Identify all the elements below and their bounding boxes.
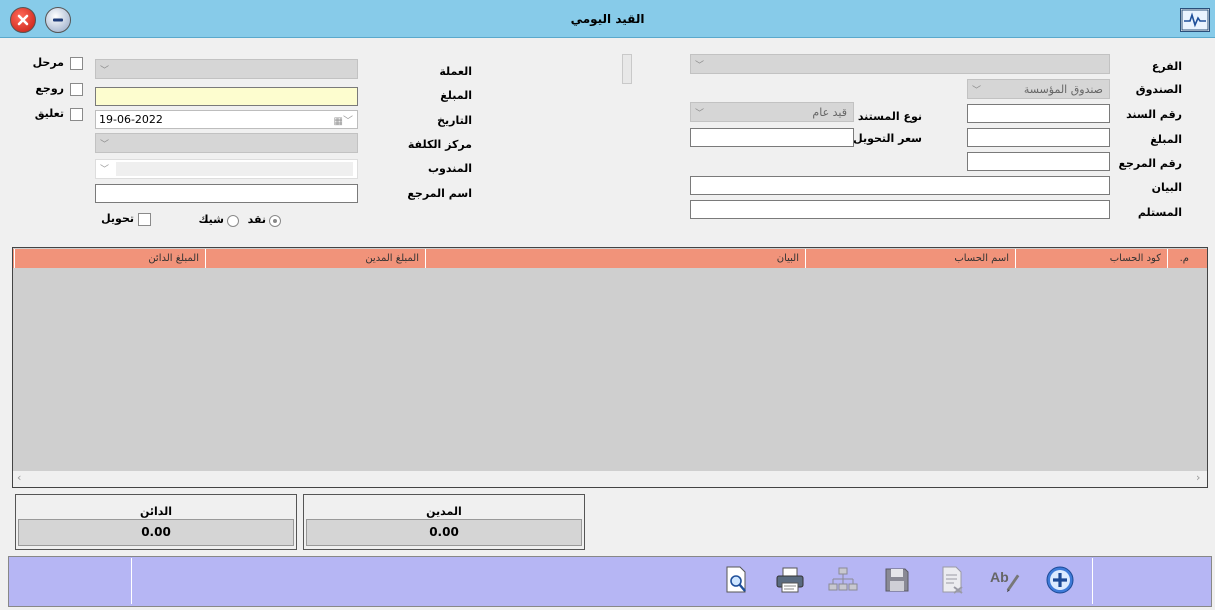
print-button[interactable] <box>774 564 806 596</box>
voucher-no-input[interactable] <box>967 104 1110 123</box>
suspended-checkbox[interactable] <box>70 108 83 121</box>
cashbox-value: صندوق المؤسسة <box>1023 83 1103 96</box>
close-button[interactable] <box>10 7 36 33</box>
minimize-button[interactable] <box>45 7 71 33</box>
branch-select[interactable]: ﹀ <box>690 54 1110 74</box>
preview-button[interactable] <box>721 564 753 596</box>
minimize-icon <box>53 18 63 22</box>
cheque-label: شيك <box>198 213 224 226</box>
delegate-label: المندوب <box>427 162 472 175</box>
exchange-rate-input[interactable] <box>690 128 854 147</box>
chevron-down-icon: ﹀ <box>695 109 705 119</box>
transfer-checkbox[interactable] <box>138 213 151 226</box>
col-account-name[interactable]: اسم الحساب <box>805 249 1015 268</box>
statement-label: البيان <box>1151 181 1182 194</box>
spellcheck-button[interactable]: Ab <box>989 564 1021 596</box>
receiver-label: المستلم <box>1137 206 1182 219</box>
date-picker[interactable]: 19-06-2022 ▦﹀ <box>95 110 358 129</box>
posted-label: مرحل <box>32 56 64 69</box>
tree-button[interactable] <box>827 564 859 596</box>
currency-label: العملة <box>439 65 472 78</box>
credit-total-label: الدائن <box>139 505 173 518</box>
amount-input-left[interactable] <box>95 87 358 106</box>
delegate-select[interactable]: ﹀ <box>95 159 358 179</box>
horizontal-scrollbar[interactable] <box>13 471 1207 487</box>
col-credit-amount[interactable]: المبلغ الدائن <box>14 249 205 268</box>
tree-icon <box>828 567 858 591</box>
statement-input[interactable] <box>690 176 1110 195</box>
credit-total-box: الدائن 0.00 <box>15 494 297 550</box>
document-edit-icon <box>942 566 963 594</box>
cashbox-label: الصندوق <box>1135 83 1182 96</box>
close-icon <box>17 14 29 26</box>
currency-select[interactable]: ﹀ <box>95 59 358 79</box>
edit-document-button[interactable] <box>936 564 968 596</box>
doc-type-select[interactable]: ﹀ قيد عام <box>690 102 854 122</box>
suspended-label: تعليق <box>34 107 64 120</box>
chevron-down-icon: ﹀ <box>695 61 705 71</box>
scroll-right-icon[interactable]: › <box>1196 471 1200 484</box>
debit-total-value: 0.00 <box>306 519 582 546</box>
ref-name-label: اسم المرجع <box>407 187 472 200</box>
ref-name-input[interactable] <box>95 184 358 203</box>
doc-type-label: نوع المستند <box>857 110 922 123</box>
reviewed-checkbox[interactable] <box>70 83 83 96</box>
scroll-left-icon[interactable]: ‹ <box>17 471 21 484</box>
cost-center-select[interactable]: ﹀ <box>95 133 358 153</box>
debit-total-label: المدين <box>426 505 462 518</box>
doc-type-value: قيد عام <box>812 106 847 119</box>
bottom-toolbar <box>8 556 1212 607</box>
debit-total-box: المدين 0.00 <box>303 494 585 550</box>
col-statement[interactable]: البيان <box>425 249 805 268</box>
add-button[interactable] <box>1044 564 1076 596</box>
col-index[interactable]: م. <box>1167 249 1195 268</box>
ref-no-label: رقم المرجع <box>1118 157 1182 170</box>
app-monitor-icon <box>1180 8 1210 32</box>
amount-label-left: المبلغ <box>440 89 472 102</box>
date-value: 19-06-2022 <box>99 113 163 126</box>
preview-icon <box>726 566 746 593</box>
add-icon <box>1046 566 1074 594</box>
reviewed-label: روجع <box>35 82 64 95</box>
cashbox-select[interactable]: ﹀ صندوق المؤسسة <box>967 79 1110 99</box>
cash-label: نقد <box>247 213 266 226</box>
col-debit-amount[interactable]: المبلغ المدين <box>205 249 425 268</box>
cost-center-label: مركز الكلفة <box>407 138 472 151</box>
save-button[interactable] <box>881 564 913 596</box>
branch-label: الفرع <box>1151 60 1182 73</box>
spellcheck-icon: Ab <box>990 569 1020 593</box>
receiver-input[interactable] <box>690 200 1110 219</box>
amount-input-right[interactable] <box>967 128 1110 147</box>
chevron-down-icon: ﹀ <box>100 66 110 76</box>
ref-no-input[interactable] <box>967 152 1110 171</box>
cheque-radio[interactable] <box>227 215 239 227</box>
chevron-down-icon: ﹀ <box>100 165 110 175</box>
voucher-no-label: رقم السند <box>1126 108 1182 121</box>
chevron-down-icon: ﹀ <box>972 86 982 96</box>
posted-checkbox[interactable] <box>70 57 83 70</box>
splitter-handle[interactable] <box>622 54 632 84</box>
exchange-rate-label: سعر التحويل <box>853 132 922 145</box>
calendar-icon[interactable]: ▦﹀ <box>334 112 353 127</box>
window-title: القيد اليومي <box>570 12 645 26</box>
svg-text:Ab: Ab <box>990 569 1009 585</box>
credit-total-value: 0.00 <box>18 519 294 546</box>
cash-radio[interactable] <box>269 215 281 227</box>
save-icon <box>885 568 909 592</box>
transfer-label: تحويل <box>101 212 134 225</box>
print-icon <box>776 567 804 593</box>
chevron-down-icon: ﹀ <box>100 140 110 150</box>
amount-label-right: المبلغ <box>1150 133 1182 146</box>
col-account-code[interactable]: كود الحساب <box>1015 249 1167 268</box>
entries-grid[interactable] <box>12 247 1208 488</box>
date-label: التاريخ <box>437 114 472 127</box>
